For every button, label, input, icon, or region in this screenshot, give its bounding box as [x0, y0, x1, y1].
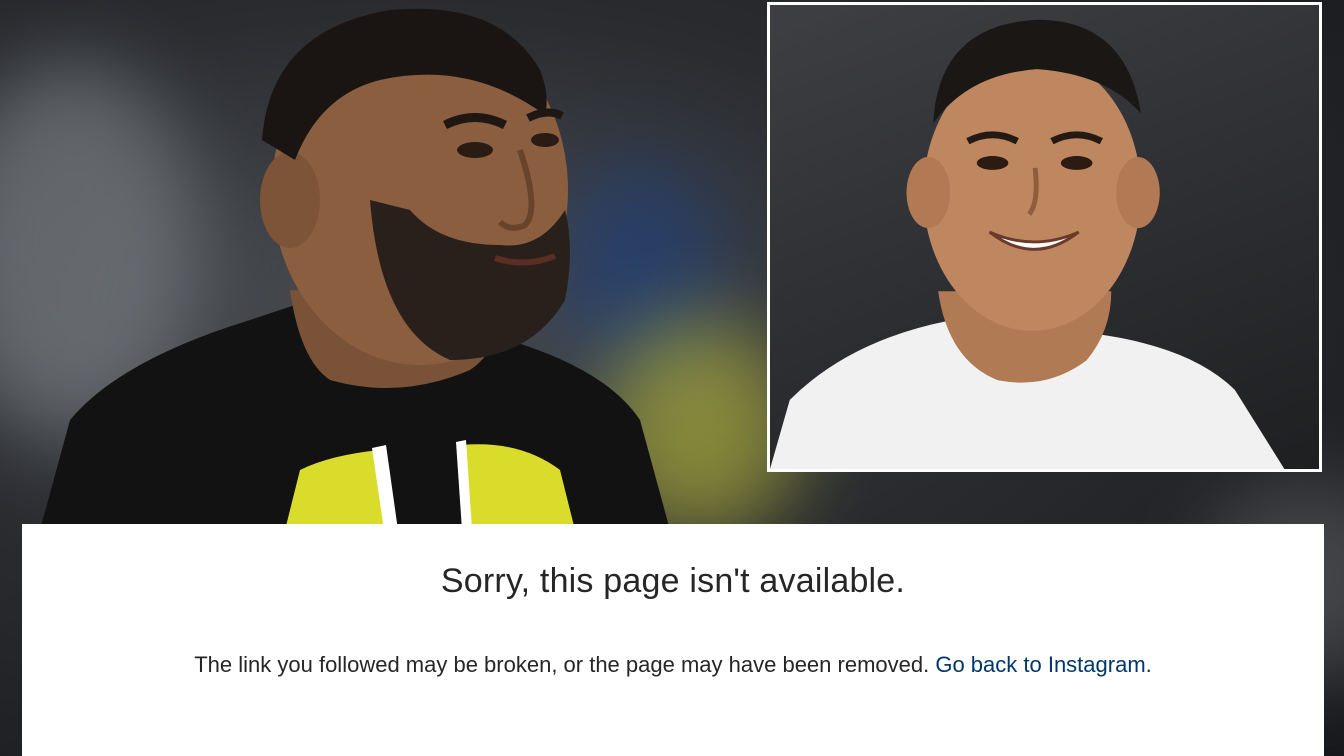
error-title: Sorry, this page isn't available.: [440, 562, 906, 600]
go-back-to-instagram-link[interactable]: Go back to Instagram.: [935, 652, 1151, 677]
page-unavailable-card: Sorry, this page isn't available. The li…: [22, 524, 1324, 756]
inset-player-photo: [767, 2, 1322, 472]
screenshot-canvas: Sorry, this page isn't available. The li…: [0, 0, 1344, 756]
error-message-text: The link you followed may be broken, or …: [194, 652, 936, 677]
error-message: The link you followed may be broken, or …: [22, 652, 1324, 678]
main-player-photo: [0, 0, 760, 530]
